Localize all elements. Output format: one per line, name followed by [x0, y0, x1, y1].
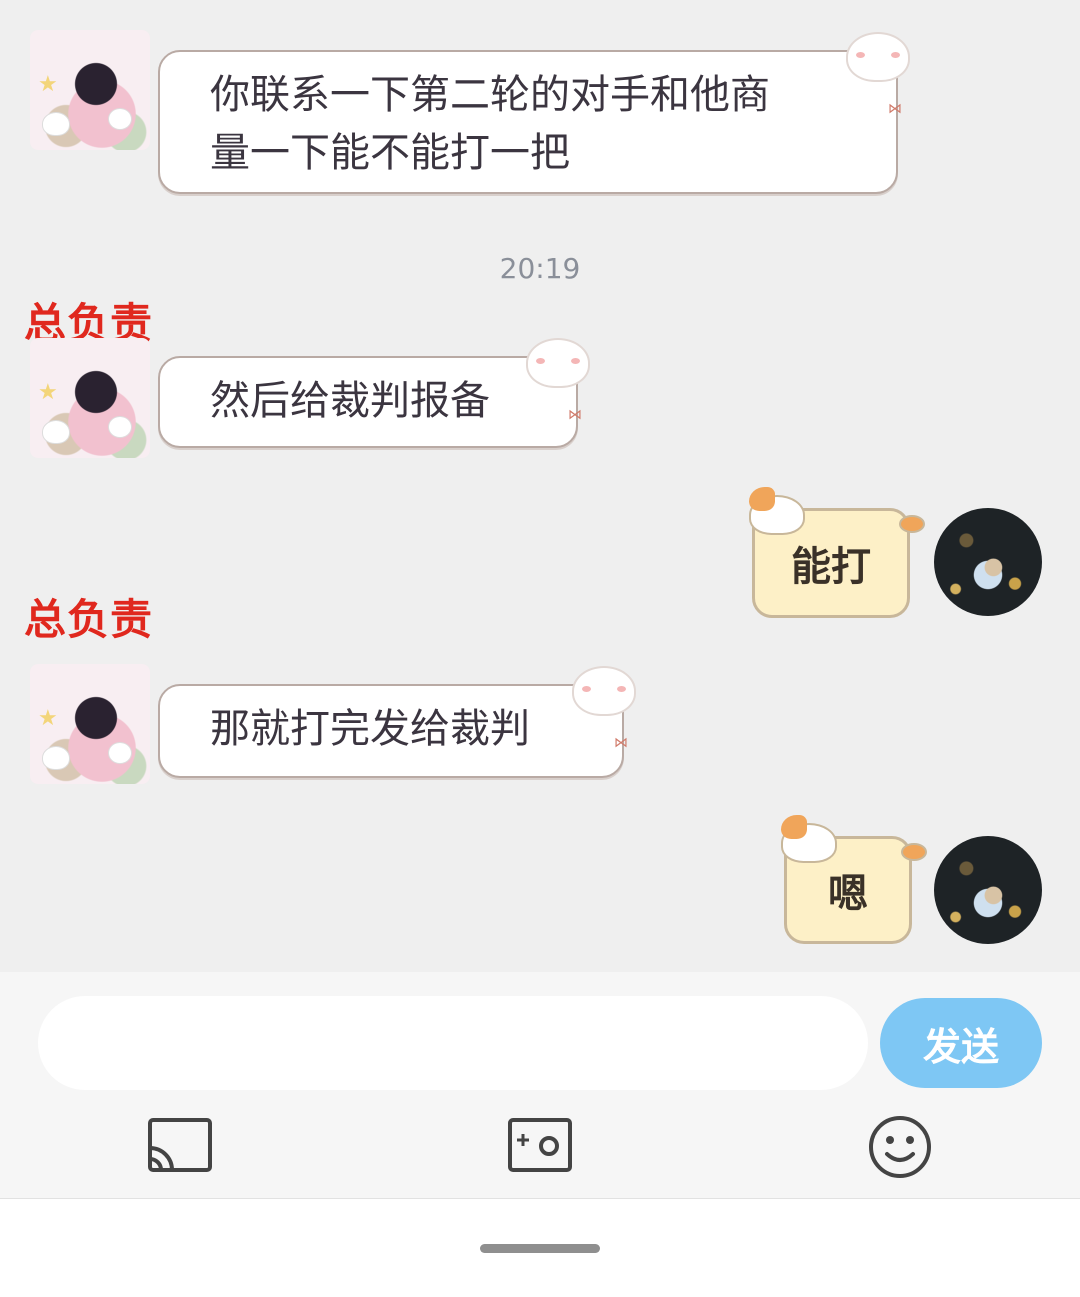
contact-avatar[interactable]: ★ — [30, 30, 150, 150]
my-avatar[interactable] — [934, 508, 1042, 616]
bear-sticker-decoration — [846, 32, 910, 82]
message-text: 那就打完发给裁判 — [210, 706, 530, 752]
bear-sticker-decoration — [572, 666, 636, 716]
my-avatar[interactable] — [934, 836, 1042, 944]
bunny-decoration — [108, 108, 132, 130]
message-text: 能打 — [791, 544, 871, 590]
bunny-decoration — [42, 420, 70, 444]
bunny-decoration — [108, 742, 132, 764]
bunny-decoration — [108, 416, 132, 438]
message-text: 然后给裁判报备 — [210, 378, 490, 424]
message-bubble[interactable]: ⋈ 你联系一下第二轮的对手和他商 量一下能不能打一把 — [158, 32, 910, 194]
bunny-decoration — [42, 746, 70, 770]
cat-tail-decoration — [901, 843, 927, 861]
sender-name: 总负责 — [24, 595, 154, 644]
message-text-line: 你联系一下第二轮的对手和他商 — [210, 72, 770, 118]
star-decoration: ★ — [38, 72, 58, 97]
bow-decoration: ⋈ — [888, 101, 902, 117]
message-bubble[interactable]: ⋈ 那就打完发给裁判 — [158, 666, 636, 778]
star-decoration: ★ — [38, 380, 58, 405]
my-message-bubble[interactable]: 嗯 — [781, 815, 927, 944]
screen-cast-icon[interactable] — [147, 1114, 213, 1180]
message-input[interactable] — [38, 996, 868, 1090]
camera-photo-icon[interactable] — [507, 1114, 573, 1180]
contact-avatar[interactable]: ★ — [30, 664, 150, 784]
cat-sticker-decoration — [781, 815, 837, 863]
contact-avatar[interactable]: ★ — [30, 338, 150, 458]
my-message-bubble[interactable]: 能打 — [749, 487, 925, 618]
cat-sticker-decoration — [749, 487, 805, 535]
message-timestamp: 20:19 — [499, 252, 581, 285]
send-button[interactable]: 发送 — [880, 998, 1042, 1088]
message-bubble[interactable]: ⋈ 然后给裁判报备 — [158, 338, 590, 448]
bear-sticker-decoration — [526, 338, 590, 388]
chat-area: ★ ⋈ 你联系一下第二轮的对手和他商 量一下能不能打一把 20:19 总负责 ★… — [0, 0, 1080, 972]
cat-tail-decoration — [899, 515, 925, 533]
home-indicator[interactable] — [480, 1244, 600, 1253]
message-text: 嗯 — [828, 871, 868, 917]
emoji-smile-icon[interactable] — [867, 1114, 933, 1180]
message-text-line: 量一下能不能打一把 — [210, 130, 570, 176]
star-decoration: ★ — [38, 706, 58, 731]
bow-decoration: ⋈ — [568, 407, 582, 423]
bow-decoration: ⋈ — [614, 735, 628, 751]
bunny-decoration — [42, 112, 70, 136]
